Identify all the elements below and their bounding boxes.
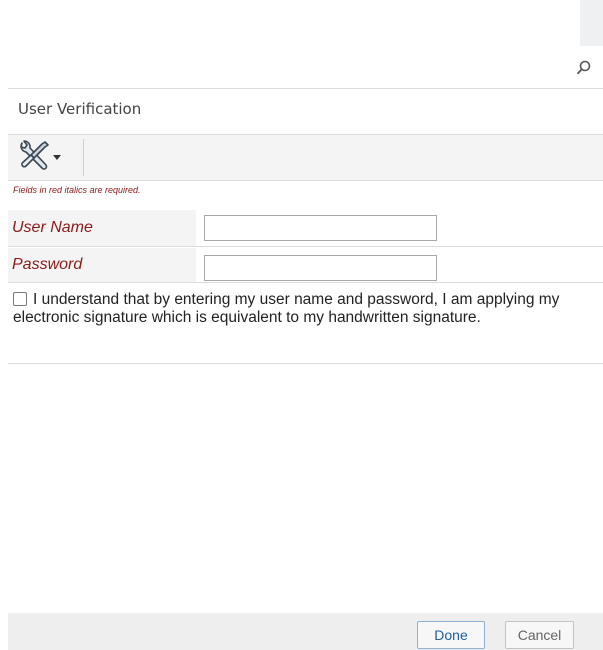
password-row: Password <box>8 248 603 283</box>
tools-menu-button[interactable] <box>16 139 78 175</box>
caret-down-icon <box>53 148 61 166</box>
dialog-footer: Done Cancel <box>8 613 603 650</box>
search-icon[interactable] <box>576 60 592 76</box>
done-button[interactable]: Done <box>417 621 485 649</box>
password-input[interactable] <box>204 255 437 281</box>
dialog-title: User Verification <box>18 100 142 118</box>
acknowledgement-divider <box>8 363 603 364</box>
top-strip <box>580 0 603 46</box>
toolbar-separator <box>83 139 84 176</box>
cancel-button[interactable]: Cancel <box>505 621 574 649</box>
user-name-label: User Name <box>8 210 196 246</box>
required-fields-note: Fields in red italics are required. <box>13 185 141 195</box>
toolbar <box>8 134 603 181</box>
title-divider <box>8 88 603 89</box>
acknowledgement-text: I understand that by entering my user na… <box>13 291 560 326</box>
user-name-input[interactable] <box>204 215 437 241</box>
tools-icon <box>16 139 52 176</box>
acknowledgement-checkbox[interactable] <box>13 292 27 306</box>
user-name-row: User Name <box>8 210 603 247</box>
password-label: Password <box>8 248 196 282</box>
signature-acknowledgement: I understand that by entering my user na… <box>13 291 589 327</box>
